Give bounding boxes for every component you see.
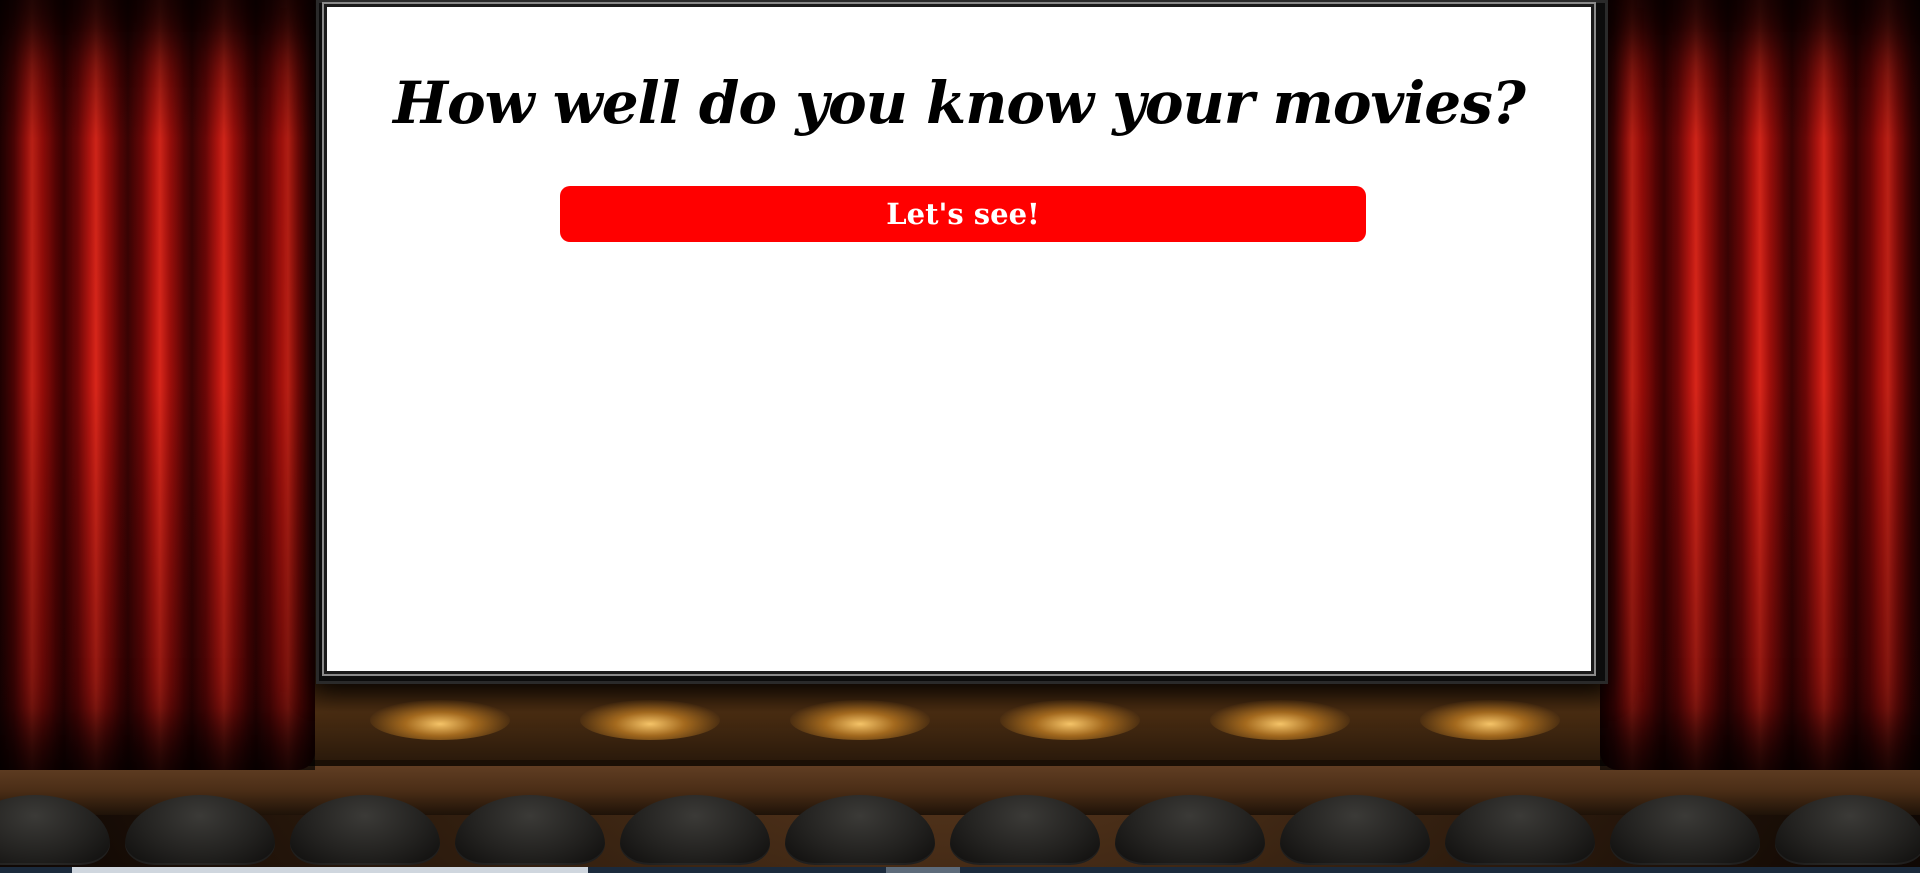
start-quiz-button[interactable]: Let's see! [560, 186, 1366, 242]
quiz-heading: How well do you know your movies? [393, 69, 1526, 137]
seat [1445, 795, 1595, 865]
stage-light [1210, 700, 1350, 740]
seat [1775, 795, 1920, 865]
stage-light [370, 700, 510, 740]
stage-light [790, 700, 930, 740]
seat [620, 795, 770, 865]
theater-background: How well do you know your movies? Let's … [0, 0, 1920, 873]
stage-light [1420, 700, 1560, 740]
seat [785, 795, 935, 865]
stage-light [580, 700, 720, 740]
bottom-strip-segment [886, 867, 960, 873]
seat [0, 795, 110, 865]
seat [455, 795, 605, 865]
seat [1115, 795, 1265, 865]
theater-seats [0, 795, 1920, 873]
quiz-screen: How well do you know your movies? Let's … [324, 4, 1594, 674]
seat [290, 795, 440, 865]
seat [125, 795, 275, 865]
stage-light [1000, 700, 1140, 740]
bottom-strip [0, 867, 1920, 873]
curtain-left [0, 0, 315, 770]
seat [1610, 795, 1760, 865]
bottom-strip-segment [72, 867, 588, 873]
curtain-right [1600, 0, 1920, 770]
screen-frame: How well do you know your movies? Let's … [316, 0, 1608, 684]
seat [950, 795, 1100, 865]
seat [1280, 795, 1430, 865]
